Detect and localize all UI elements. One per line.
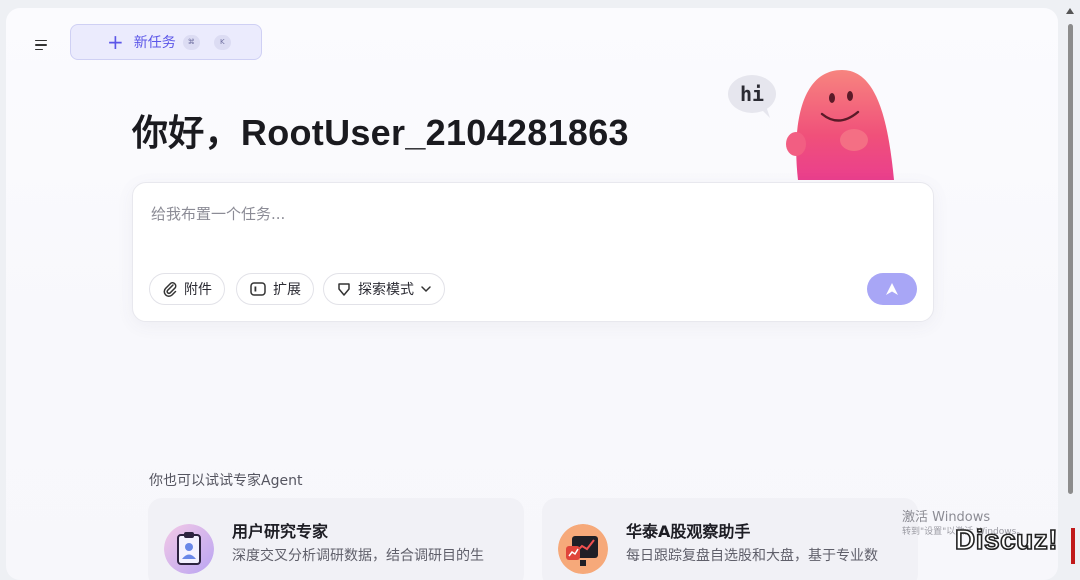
stock-chart-icon: [558, 524, 608, 574]
attach-button[interactable]: 附件: [149, 273, 225, 305]
extension-icon: [250, 282, 266, 296]
mascot-illustration: hi: [728, 70, 894, 180]
scrollbar[interactable]: [1064, 8, 1076, 568]
attach-label: 附件: [184, 282, 212, 298]
task-composer: 附件 扩展 探索模式: [132, 182, 934, 322]
page-title: 你好，RootUser_2104281863: [132, 112, 629, 153]
activate-windows-title: 激活 Windows: [902, 510, 991, 525]
paperclip-icon: [163, 282, 177, 297]
mode-label: 探索模式: [358, 282, 414, 298]
red-mark: [1071, 528, 1075, 564]
extend-button[interactable]: 扩展: [236, 273, 314, 305]
mode-select[interactable]: 探索模式: [323, 273, 445, 305]
new-task-label: 新任务: [133, 35, 176, 51]
menu-icon[interactable]: [30, 34, 52, 56]
discuz-watermark: Discuz!: [954, 523, 1059, 556]
shortcut-key-k: K: [213, 34, 231, 50]
send-icon: [886, 283, 898, 295]
agents-section-title: 你也可以试试专家Agent: [149, 473, 303, 489]
agent-name: 华泰A股观察助手: [626, 522, 751, 541]
new-task-button[interactable]: + 新任务 ⌘ K: [70, 24, 262, 60]
gem-icon: [338, 283, 350, 296]
scrollbar-thumb[interactable]: [1068, 24, 1073, 494]
app-window: + 新任务 ⌘ K 你好，RootUser_2104281863 hi 给我布置…: [6, 8, 1058, 580]
agent-desc: 每日跟踪复盘自选股和大盘，基于专业数: [626, 548, 878, 564]
agent-desc: 深度交叉分析调研数据，结合调研目的生: [232, 548, 484, 564]
task-input[interactable]: [149, 201, 913, 245]
chevron-down-icon: [421, 286, 431, 293]
speech-text: hi: [740, 82, 764, 106]
shortcut-key-cmd: ⌘: [182, 34, 200, 50]
clipboard-user-icon: [164, 524, 214, 574]
send-button[interactable]: [867, 273, 917, 305]
agent-name: 用户研究专家: [232, 522, 329, 541]
speech-bubble: hi: [728, 75, 776, 118]
extend-label: 扩展: [273, 282, 301, 298]
plus-icon: +: [107, 30, 124, 54]
scroll-up-arrow-icon[interactable]: [1066, 8, 1074, 14]
